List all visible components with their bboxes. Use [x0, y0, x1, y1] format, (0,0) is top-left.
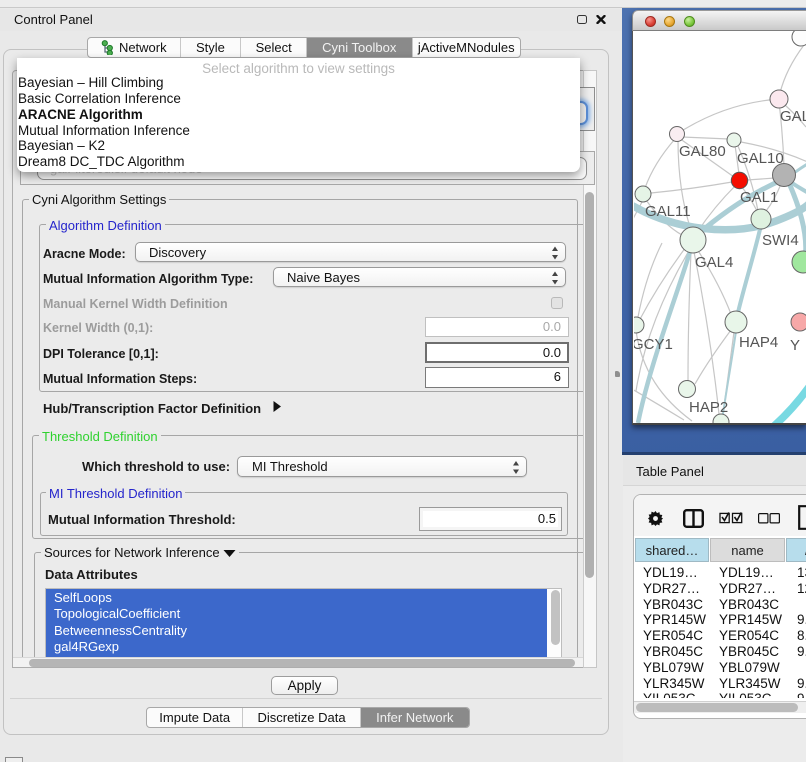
svg-text:Y: Y: [790, 337, 800, 354]
svg-text:HAP4: HAP4: [739, 334, 778, 351]
svg-text:GCY1: GCY1: [634, 336, 673, 353]
svg-text:GAL11: GAL11: [645, 203, 691, 220]
svg-text:SWI4: SWI4: [762, 232, 799, 249]
svg-text:GAL: GAL: [780, 108, 806, 125]
svg-text:GAL1: GAL1: [740, 189, 778, 206]
svg-text:GAL80: GAL80: [679, 143, 726, 160]
svg-text:GAL10: GAL10: [737, 150, 784, 167]
svg-text:HAP2: HAP2: [689, 399, 728, 416]
svg-text:GAL4: GAL4: [695, 254, 733, 271]
